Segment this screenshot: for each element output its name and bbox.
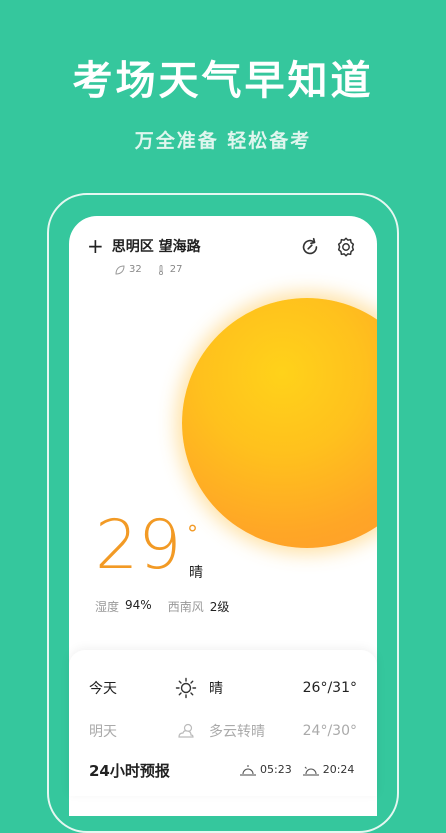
day-condition: 多云转晴 (209, 724, 265, 740)
plus-icon[interactable]: + (87, 236, 104, 256)
current-condition: 晴 (189, 565, 203, 581)
day-range: 24°/30° (302, 723, 357, 739)
gear-icon[interactable] (335, 236, 357, 258)
day-range: 26°/31° (302, 680, 357, 696)
sun-illustration (182, 298, 377, 548)
wind-value: 2级 (209, 600, 230, 614)
partly-cloudy-icon (178, 723, 194, 738)
aqi-row: 32 27 (115, 264, 196, 275)
wind-label: 西南风 (167, 600, 204, 614)
current-temperature: 29 (95, 506, 182, 585)
promo-subline: 万全准备 轻松备考 (134, 130, 312, 152)
hourly-forecast-title[interactable]: 24小时预报 (89, 760, 170, 781)
degree-symbol: ° (187, 522, 198, 547)
refresh-icon[interactable] (299, 236, 321, 258)
location-row[interactable]: + 思明区 望海路 (87, 236, 201, 256)
daily-row-tomorrow[interactable]: 明天 多云转晴 24°/30° (89, 719, 357, 743)
day-name: 今天 (89, 681, 117, 697)
day-name: 明天 (89, 724, 117, 740)
sunrise-time: 05:23 (260, 763, 292, 776)
day-condition: 晴 (209, 681, 223, 697)
sunset-time: 20:24 (322, 763, 355, 776)
sunset-icon (302, 766, 319, 776)
promo-headline: 考场天气早知道 (72, 58, 374, 104)
current-meta: 湿度 94% 西南风 2级 (95, 598, 245, 615)
sun-icon (175, 677, 197, 699)
feels-value: 27 (169, 264, 183, 275)
leaf-icon (115, 264, 125, 275)
daily-row-today[interactable]: 今天 晴 26°/31° (89, 676, 357, 700)
humidity-label: 湿度 (95, 600, 120, 614)
sun-times: 05:23 20:24 (239, 763, 364, 776)
aqi-value: 32 (129, 264, 142, 275)
forecast-panel: 今天 晴 26°/31° 明天 多云转晴 24°/30° 24小时预报 05:2… (69, 650, 377, 796)
thermometer-icon (158, 264, 163, 275)
sunrise-icon (240, 764, 256, 776)
location-name[interactable]: 思明区 望海路 (112, 236, 201, 256)
humidity-value: 94% (125, 598, 152, 612)
